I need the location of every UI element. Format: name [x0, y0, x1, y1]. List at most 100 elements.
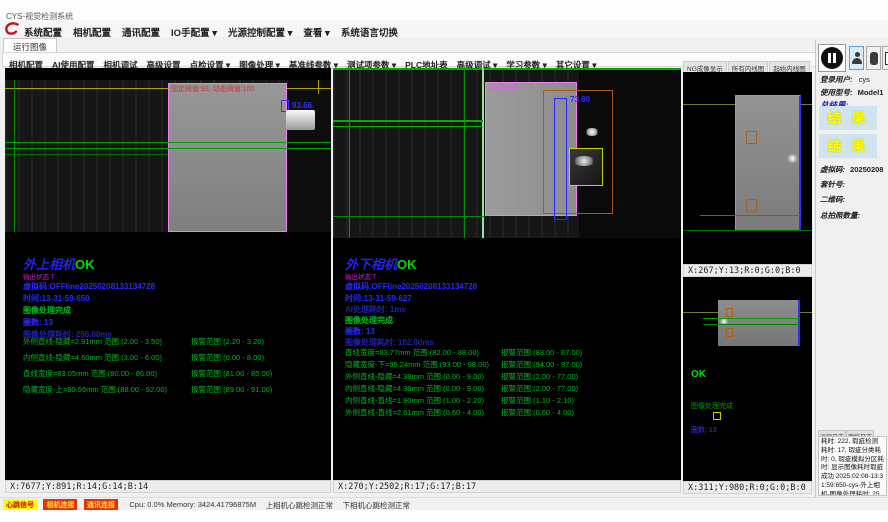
ng-top-coords-bar: X:267;Y:13;R:0;G:0;B:0: [683, 264, 812, 277]
measurement-alarm-range: 报警范围:(83.00 - 87.00): [501, 347, 582, 358]
left-overlay-green-line-3: [5, 154, 168, 155]
window-titlebar: CYS-视觉检测系统: [0, 0, 888, 20]
tab-row: 运行图像: [0, 37, 888, 52]
mid-blue-measure-box: [554, 98, 567, 220]
badge-button[interactable]: [866, 46, 881, 70]
model-value: Model1: [858, 88, 884, 97]
measurement-text: 外侧直线-隐藏=2.91mm 范围:(2.00 - 3.50): [23, 336, 162, 347]
measurement-alarm-range: 报警范围:(2.00 - 77.00): [501, 371, 578, 382]
login-user-row: 登录用户: cys: [820, 74, 870, 85]
vcode-row: 虚拟码: 20250208: [820, 164, 883, 175]
mid-overlay-green-vline-2: [464, 68, 465, 238]
ng-view-top-image: [735, 95, 801, 230]
qrcode-label: 二维码:: [820, 194, 845, 205]
left-camera-panel[interactable]: 固定阈值:93, 动态阈值:100 93.66 外上相机OK 输出状态:T 虚拟…: [5, 68, 331, 480]
left-overlay-green-line-2: [5, 148, 331, 149]
vcode-value: 20250208: [850, 165, 883, 174]
menu-bar: 系统配置相机配置通讯配置IO手配置 ▾光源控制配置 ▾查看 ▾系统语言切换: [0, 20, 888, 37]
mid-time: 时间:13-31-59-627: [345, 293, 412, 304]
pause-button[interactable]: [818, 44, 846, 72]
pause-icon: [821, 47, 843, 69]
ra-green-line-1: [700, 215, 801, 216]
measurement-text: 直线宽度=83.77mm 范围:(82.00 - 88.00): [345, 347, 479, 358]
badge-icon: [870, 52, 878, 65]
rb-ring-text: 圈数: 13: [691, 425, 717, 435]
mid-ring-count: 圈数: 13: [345, 326, 375, 337]
measurement-alarm-range: 报警范围:(2.00 - 77.00): [501, 383, 578, 394]
mid-measurement-list: 直线宽度=83.77mm 范围:(82.00 - 88.00) 报警范围:(83…: [345, 347, 677, 419]
measurement-text: 内侧直线-隐藏=4.60mm 范围:(3.00 - 6.00): [23, 352, 162, 363]
mid-overlay-green-line-3: [333, 216, 485, 217]
right-view-tabs: NG成像显示所有内线图起始内线图: [683, 61, 812, 72]
user-button[interactable]: [849, 46, 864, 70]
tab-run-image[interactable]: 运行图像: [3, 38, 57, 52]
needle-label: 套针号:: [820, 179, 845, 190]
left-overlay-yellow-vline: [318, 80, 319, 94]
mid-blue-value-text: 73.80: [570, 95, 590, 104]
left-overlay-green-vline: [14, 80, 15, 232]
mid-camera-ok-badge: OK: [397, 257, 417, 272]
mid-camera-name: 外下相机: [345, 257, 397, 272]
vcode-label: 虚拟码:: [820, 165, 845, 174]
measurement-row: 外侧直线-隐藏=4.38mm 范围:(0.00 - 9.00) 报警范围:(2.…: [345, 371, 677, 383]
ra-orange-box-2: [746, 199, 757, 212]
mid-overlay-green-vline-1: [349, 68, 350, 238]
measurement-text: 隐藏宽度-下=95.24mm 范围:(93.00 - 98.00): [345, 359, 489, 370]
result-box-1: 结 果: [819, 106, 877, 130]
measurement-alarm-range: 报警范围:(81.00 - 85.00): [191, 368, 272, 379]
bottom-margin: [0, 510, 888, 522]
ng-bottom-coords-bar: X:311;Y:980;R:0;G:0;B:0: [683, 481, 812, 494]
rb-green-line-2: [703, 324, 800, 325]
measurement-row: 内侧直线-隐藏=4.38mm 范围:(0.00 - 9.00) 报警范围:(2.…: [345, 383, 677, 395]
measurement-row: 直线宽度=83.05mm 范围:(80.00 - 86.00) 报警范围:(81…: [23, 368, 327, 384]
mid-overlay-green-line-1: [333, 120, 483, 122]
left-camera-image[interactable]: 固定阈值:93, 动态阈值:100 93.66: [5, 80, 331, 232]
measurement-text: 内侧直线-直线=1.90mm 范围:(1.00 - 2.20): [345, 395, 484, 406]
model-label: 使用型号:: [820, 88, 853, 97]
mid-camera-panel[interactable]: AI检测框 73.80 外下相机OK 输出状态:T 虚拟码:OFFline202…: [333, 68, 681, 480]
left-time: 时间:13-31-59-650: [23, 293, 90, 304]
ra-white-blob: [787, 154, 798, 163]
measurement-row: 内侧直线-直线=1.90mm 范围:(1.00 - 2.20) 报警范围:(1.…: [345, 395, 677, 407]
measurement-text: 外侧直线-隐藏=4.38mm 范围:(0.00 - 9.00): [345, 371, 484, 382]
mid-camera-image[interactable]: AI检测框 73.80: [333, 68, 681, 238]
app-logo-icon: [4, 21, 20, 36]
model-row: 使用型号: Model1: [820, 87, 883, 98]
measurement-text: 直线宽度=83.05mm 范围:(80.00 - 86.00): [23, 368, 157, 379]
measurement-row: 隐藏宽度-下=95.24mm 范围:(93.00 - 98.00) 报警范围:(…: [345, 359, 677, 371]
measurement-row: 内侧直线-隐藏=4.60mm 范围:(3.00 - 6.00) 报警范围:(0.…: [23, 352, 327, 368]
ra-orange-box-1: [746, 131, 757, 144]
measurement-row: 隐藏宽度-上=90.56mm 范围:(88.00 - 92.00) 报警范围:(…: [23, 384, 327, 400]
cpu-memory-text: Cpu: 0.0% Memory: 3424.41796875M: [129, 499, 256, 509]
measurement-row: 外侧直线-直线=2.61mm 范围:(0.60 - 4.00) 报警范围:(0.…: [345, 407, 677, 419]
mid-barcode: 虚拟码:OFFline20250208133134728: [345, 281, 477, 292]
mid-process-done: 图像处理完成: [345, 315, 393, 326]
mid-output-state: 输出状态:T: [345, 271, 377, 281]
rb-yellow-marker: [713, 412, 721, 420]
ng-view-bottom-image: [718, 300, 800, 346]
mid-overlay-green-line-2: [333, 126, 483, 127]
rb-green-line-1: [703, 318, 800, 319]
measurement-text: 外侧直线-直线=2.61mm 范围:(0.60 - 4.00): [345, 407, 484, 418]
left-ring-count: 圈数: 13: [23, 317, 53, 328]
measurement-alarm-range: 报警范围:(89.00 - 91.00): [191, 384, 272, 395]
ng-view-top-panel[interactable]: [683, 72, 812, 264]
left-camera-ok-badge: OK: [75, 257, 95, 272]
user-icon: [852, 52, 862, 65]
login-user-label: 登录用户:: [820, 75, 853, 84]
measurement-alarm-range: 报警范围:(2.20 - 3.20): [191, 336, 264, 347]
measurement-text: 内侧直线-隐藏=4.38mm 范围:(0.00 - 9.00): [345, 383, 484, 394]
left-connector-part: [286, 110, 315, 130]
measurement-alarm-range: 报警范围:(94.00 - 97.00): [501, 359, 582, 370]
left-process-done: 图像处理完成: [23, 305, 71, 316]
mid-ai-elapsed: AI处理耗时: 1ms: [345, 304, 406, 315]
left-output-state: 输出状态:T: [23, 271, 55, 281]
left-product-roi-box: [168, 83, 287, 232]
exit-button[interactable]: →: [882, 46, 888, 70]
log-box[interactable]: 耗时: 222, 瑕疵检测耗时: 17, 瑕疵分类耗时: 0, 瑕疵模拟分区耗时…: [818, 436, 887, 496]
app-window: CYS-视觉检测系统 系统配置相机配置通讯配置IO手配置 ▾光源控制配置 ▾查看…: [0, 0, 888, 522]
log-text: 耗时: 222, 瑕疵检测耗时: 17, 瑕疵分类耗时: 0, 瑕疵模拟分区耗时…: [821, 438, 884, 496]
ng-view-bottom-panel[interactable]: OK 图像处理完成 圈数: 13: [683, 277, 812, 481]
measurement-row: 外侧直线-隐藏=2.91mm 范围:(2.00 - 3.50) 报警范围:(2.…: [23, 336, 327, 352]
measurement-alarm-range: 报警范围:(1.10 - 2.10): [501, 395, 574, 406]
